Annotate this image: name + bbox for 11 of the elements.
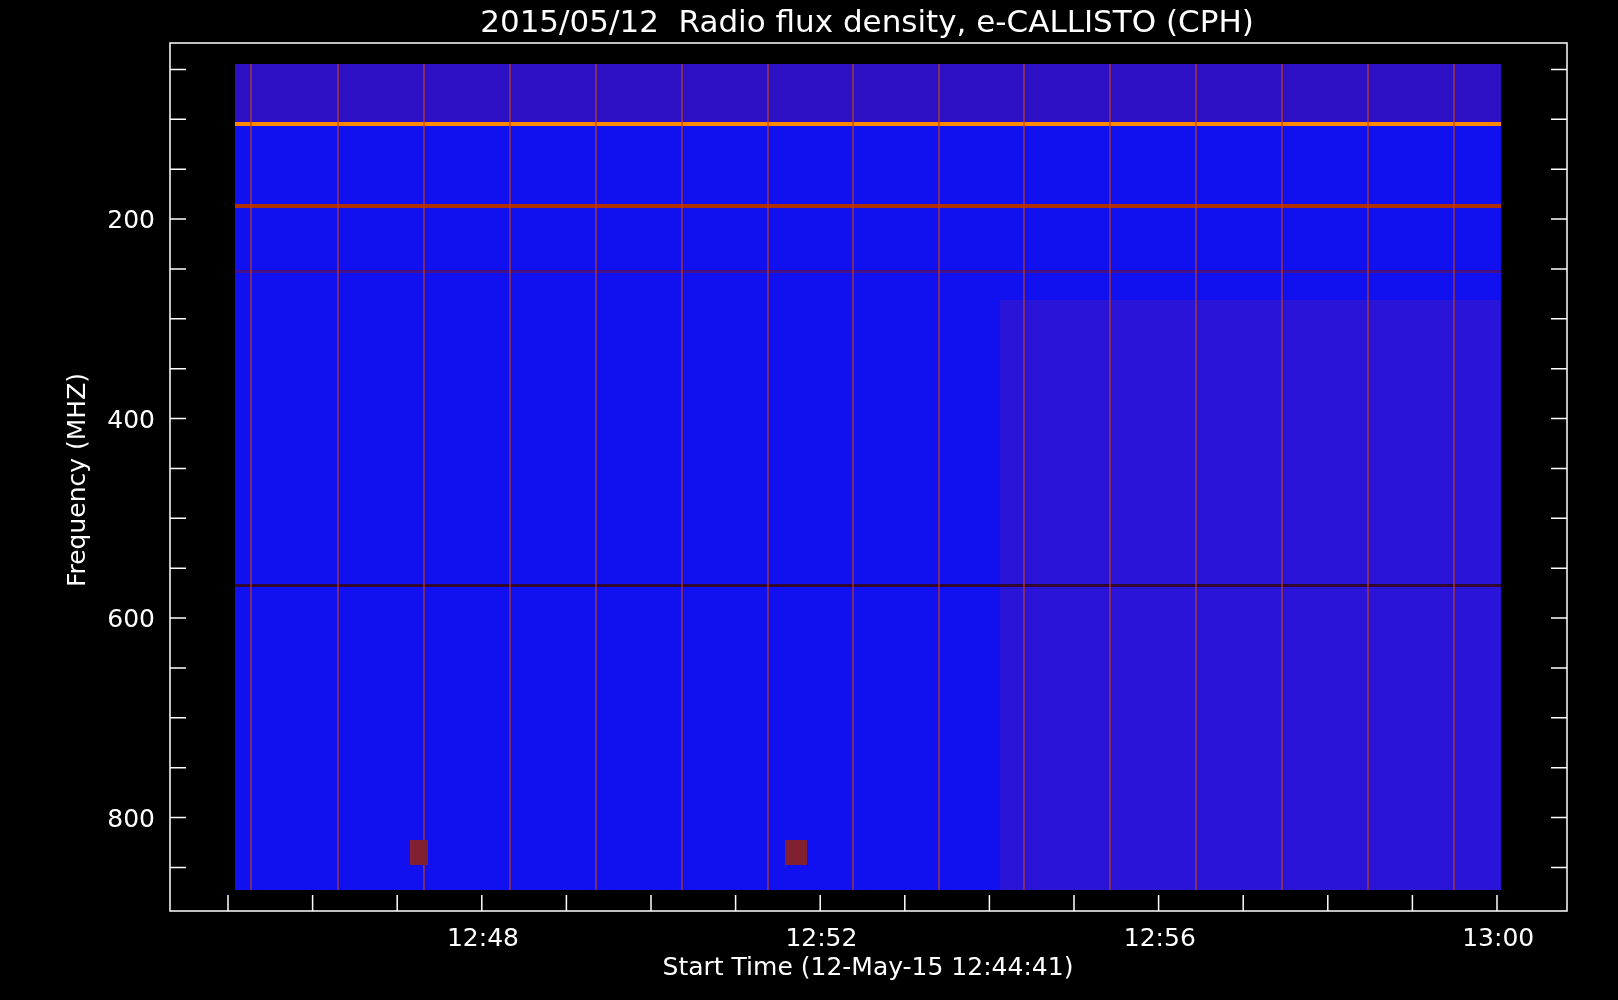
x-tick-label: 12:48 [447,923,519,952]
y-axis-label: Frequency (MHZ) [62,372,91,588]
y-tick-label: 600 [107,604,155,633]
chart-title: 2015/05/12 Radio flux density, e-CALLISTO (CPH) [480,3,1254,39]
x-tick-label: 12:56 [1123,923,1196,952]
x-tick-label: 13:00 [1462,923,1535,952]
y-tick-label: 400 [107,404,155,434]
x-axis-label: Start Time (12-May-15 12:44:41) [662,952,1074,981]
y-tick-label: 800 [107,803,155,833]
x-tick-label: 12:52 [785,923,858,952]
y-tick-label: 200 [107,205,155,234]
